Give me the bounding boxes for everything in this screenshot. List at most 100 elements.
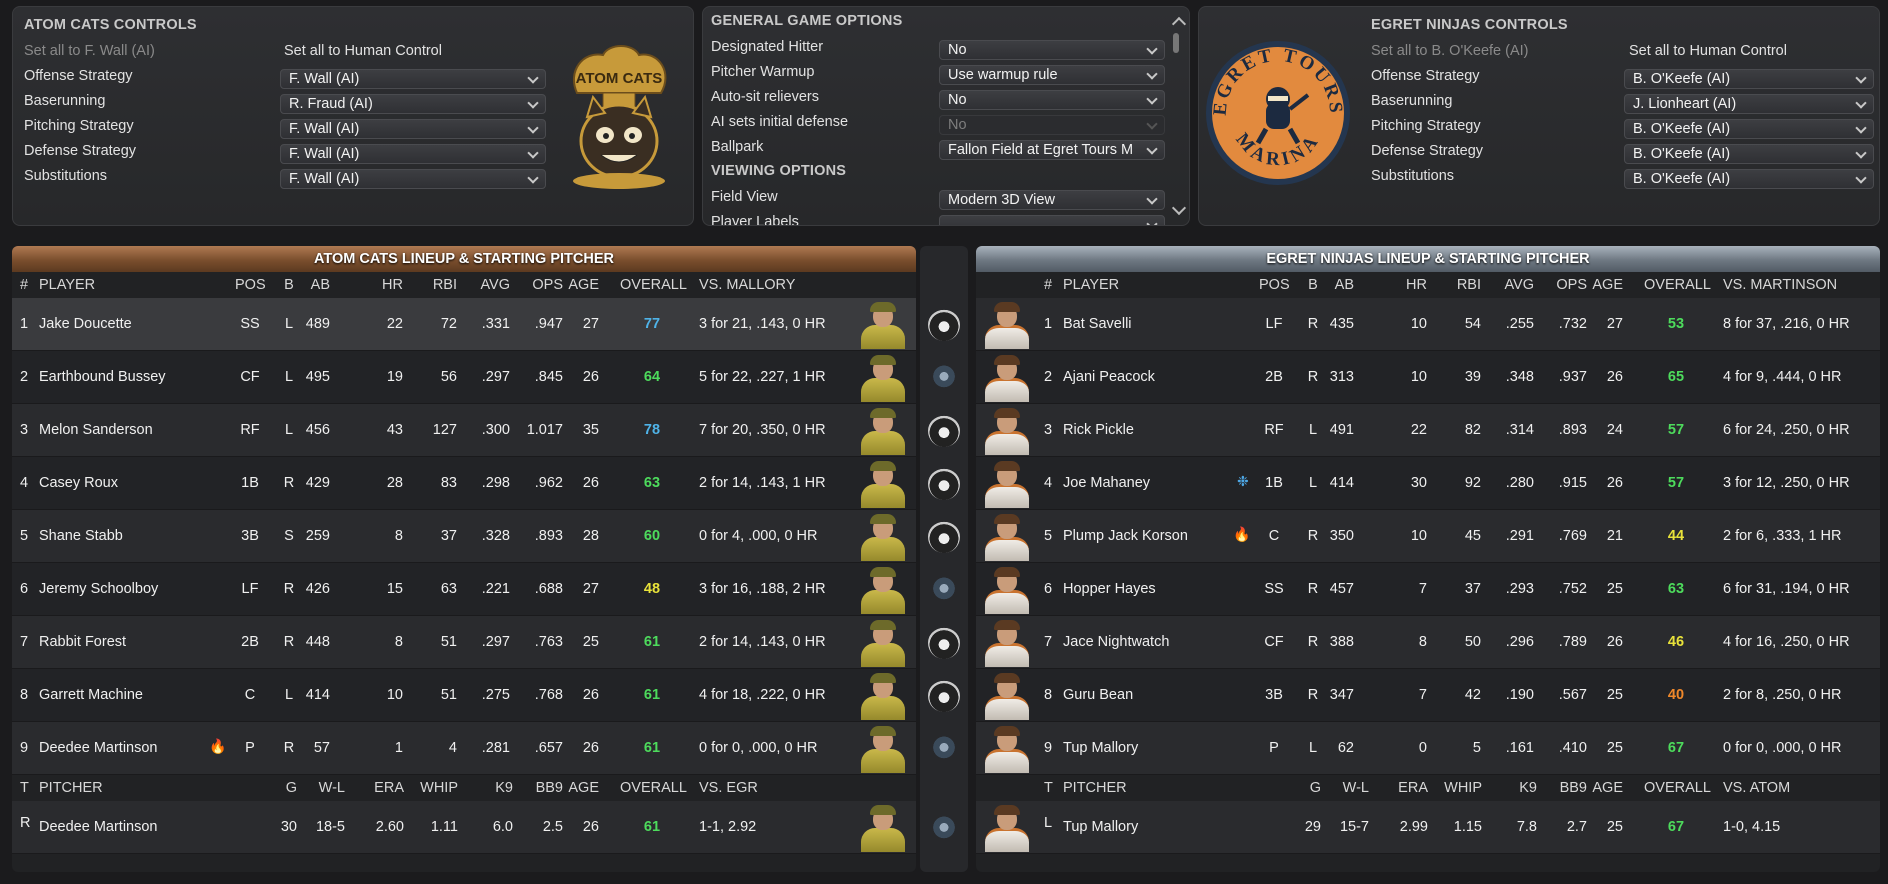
lineup-row[interactable]: 2 Ajani Peacock 2B R 313 10 39 .348 .937 26 65 4 fo… bbox=[976, 351, 1880, 404]
egret-controls-label[interactable]: Offense Strategy bbox=[1371, 68, 1480, 84]
pitcher-column-vs[interactable]: VS. EGR bbox=[699, 780, 758, 796]
egret-icon[interactable] bbox=[928, 362, 960, 394]
player-portrait[interactable] bbox=[982, 566, 1032, 614]
player-portrait[interactable] bbox=[858, 460, 908, 508]
lineup-row[interactable]: 1 Bat Savelli LF R 435 10 54 .255 .732 27 53 8 for … bbox=[976, 298, 1880, 351]
column-header-rbi[interactable]: RBI bbox=[433, 277, 457, 293]
column-header-avg[interactable]: AVG bbox=[480, 277, 510, 293]
player-portrait[interactable] bbox=[858, 725, 908, 773]
lineup-row[interactable]: 2 Earthbound Bussey CF L 495 19 56 .297 .845 26 64… bbox=[12, 351, 916, 404]
player-portrait[interactable] bbox=[982, 725, 1032, 773]
hot-streak-fire-icon[interactable]: 🔥 bbox=[209, 738, 226, 755]
player-player[interactable]: Casey Roux bbox=[39, 475, 118, 491]
pitcher-portrait[interactable] bbox=[858, 804, 908, 852]
game-option-dropdown[interactable]: Fallon Field at Egret Tours M bbox=[939, 140, 1165, 160]
viewing-option-dropdown[interactable] bbox=[939, 215, 1165, 225]
pitcher-pitcher[interactable]: Deedee Martinson bbox=[39, 819, 158, 835]
lineup-row[interactable]: 5 Shane Stabb 3B S 259 8 37 .328 .893 28 60 0 for 4… bbox=[12, 510, 916, 563]
column-header-player[interactable]: PLAYER bbox=[1063, 277, 1119, 293]
column-header-row[interactable]: # PLAYER POS B AB HR RBI AVG OPS AGE OVERALL VS. MA… bbox=[12, 272, 916, 298]
column-header-player[interactable]: PLAYER bbox=[39, 277, 95, 293]
atom-controls-dropdown[interactable]: F. Wall (AI) bbox=[280, 69, 546, 89]
column-header-overall[interactable]: OVERALL bbox=[1644, 277, 1711, 293]
atom-controls-label[interactable]: Pitching Strategy bbox=[24, 118, 134, 134]
player-player[interactable]: Melon Sanderson bbox=[39, 422, 153, 438]
pitcher-column-pitcher[interactable]: PITCHER bbox=[1063, 780, 1127, 796]
column-header-ab[interactable]: AB bbox=[311, 277, 330, 293]
game-option-label[interactable]: Designated Hitter bbox=[711, 39, 823, 55]
pitcher-pitcher[interactable]: Tup Mallory bbox=[1063, 819, 1138, 835]
pitcher-column-bb9[interactable]: BB9 bbox=[1560, 780, 1587, 796]
player-portrait[interactable] bbox=[858, 672, 908, 720]
player-player[interactable]: Hopper Hayes bbox=[1063, 581, 1156, 597]
player-player[interactable]: Rick Pickle bbox=[1063, 422, 1134, 438]
game-option-label[interactable]: Auto-sit relievers bbox=[711, 89, 819, 105]
pitcher-column-pitcher[interactable]: PITCHER bbox=[39, 780, 103, 796]
cat-icon[interactable] bbox=[928, 627, 960, 659]
lineup-row[interactable]: 9 Tup Mallory P L 62 0 5 .161 .410 25 67 0 for 0, .… bbox=[976, 722, 1880, 775]
player-portrait[interactable] bbox=[982, 407, 1032, 455]
player-portrait[interactable] bbox=[858, 513, 908, 561]
game-option-label[interactable]: Pitcher Warmup bbox=[711, 64, 814, 80]
player-player[interactable]: Jeremy Schoolboy bbox=[39, 581, 158, 597]
atom-controls-label[interactable]: Baserunning bbox=[24, 93, 105, 109]
atom-controls-label[interactable]: Offense Strategy bbox=[24, 68, 133, 84]
cat-icon[interactable] bbox=[928, 468, 960, 500]
cat-icon[interactable] bbox=[928, 521, 960, 553]
player-portrait[interactable] bbox=[982, 672, 1032, 720]
lineup-row[interactable]: 3 Melon Sanderson RF L 456 43 127 .300 1.017 35 78… bbox=[12, 404, 916, 457]
player-portrait[interactable] bbox=[982, 460, 1032, 508]
egret-controls-label[interactable]: Baserunning bbox=[1371, 93, 1452, 109]
column-header-age[interactable]: AGE bbox=[568, 277, 599, 293]
player-player[interactable]: Jake Doucette bbox=[39, 316, 132, 332]
egret-icon[interactable] bbox=[928, 733, 960, 765]
lineup-row[interactable]: 8 Guru Bean 3B R 347 7 42 .190 .567 25 40 2 for 8, … bbox=[976, 669, 1880, 722]
atom-controls-dropdown[interactable]: F. Wall (AI) bbox=[280, 119, 546, 139]
cold-streak-ice-icon[interactable]: ❉ bbox=[1237, 473, 1249, 490]
lineup-row[interactable]: 3 Rick Pickle RF L 491 22 82 .314 .893 24 57 6 for … bbox=[976, 404, 1880, 457]
pitcher-column-g[interactable]: G bbox=[286, 780, 297, 796]
player-portrait[interactable] bbox=[858, 566, 908, 614]
game-option-dropdown[interactable]: Use warmup rule bbox=[939, 65, 1165, 85]
column-header-hr[interactable]: HR bbox=[1406, 277, 1427, 293]
set-all-human-link[interactable]: Set all to Human Control bbox=[1629, 43, 1787, 59]
set-all-ai-link[interactable]: Set all to F. Wall (AI) bbox=[24, 43, 155, 59]
atom-controls-dropdown[interactable]: F. Wall (AI) bbox=[280, 144, 546, 164]
egret-controls-label[interactable]: Substitutions bbox=[1371, 168, 1454, 184]
player-portrait[interactable] bbox=[858, 619, 908, 667]
pitcher-column-vs[interactable]: VS. ATOM bbox=[1723, 780, 1790, 796]
column-header-vs[interactable]: VS. MARTINSON bbox=[1723, 277, 1837, 293]
player-player[interactable]: Plump Jack Korson bbox=[1063, 528, 1188, 544]
player-portrait[interactable] bbox=[982, 619, 1032, 667]
column-header-ab[interactable]: AB bbox=[1335, 277, 1354, 293]
pitcher-column-bb9[interactable]: BB9 bbox=[536, 780, 563, 796]
pitcher-column-era[interactable]: ERA bbox=[374, 780, 404, 796]
pitcher-header-row[interactable]: T PITCHER G W-L ERA WHIP K9 BB9 AGE OVERALL VS. AT… bbox=[976, 775, 1880, 801]
lineup-row[interactable]: 5 Plump Jack Korson C R 350 10 45 .291 .769 21 44 2… bbox=[976, 510, 1880, 563]
game-option-dropdown[interactable]: No bbox=[939, 40, 1165, 60]
cat-icon[interactable] bbox=[928, 680, 960, 712]
pitcher-portrait[interactable] bbox=[982, 804, 1032, 852]
player-player[interactable]: Shane Stabb bbox=[39, 528, 123, 544]
viewing-option-dropdown[interactable]: Modern 3D View bbox=[939, 190, 1165, 210]
column-header-age[interactable]: AGE bbox=[1592, 277, 1623, 293]
player-portrait[interactable] bbox=[858, 301, 908, 349]
lineup-row[interactable]: 6 Hopper Hayes SS R 457 7 37 .293 .752 25 63 6 for … bbox=[976, 563, 1880, 616]
lineup-row[interactable]: 9 Deedee Martinson P R 57 1 4 .281 .657 26 61 0 for… bbox=[12, 722, 916, 775]
player-player[interactable]: Jace Nightwatch bbox=[1063, 634, 1169, 650]
lineup-row[interactable]: 4 Joe Mahaney 1B L 414 30 92 .280 .915 26 57 3 for … bbox=[976, 457, 1880, 510]
egret-icon[interactable] bbox=[928, 813, 960, 845]
player-portrait[interactable] bbox=[858, 407, 908, 455]
lineup-row[interactable]: 7 Rabbit Forest 2B R 448 8 51 .297 .763 25 61 2 for… bbox=[12, 616, 916, 669]
column-header-row[interactable]: # PLAYER POS B AB HR RBI AVG OPS AGE OVERALL VS. MA… bbox=[976, 272, 1880, 298]
pitcher-column-wl[interactable]: W-L bbox=[1343, 780, 1369, 796]
column-header-hr[interactable]: HR bbox=[382, 277, 403, 293]
pitcher-header-row[interactable]: T PITCHER G W-L ERA WHIP K9 BB9 AGE OVERALL VS. EG… bbox=[12, 775, 916, 801]
player-portrait[interactable] bbox=[858, 354, 908, 402]
column-header-overall[interactable]: OVERALL bbox=[620, 277, 687, 293]
cat-icon[interactable] bbox=[928, 309, 960, 341]
pitcher-column-whip[interactable]: WHIP bbox=[1444, 780, 1482, 796]
player-player[interactable]: Guru Bean bbox=[1063, 687, 1133, 703]
hot-streak-fire-icon[interactable]: 🔥 bbox=[1233, 526, 1250, 543]
pitcher-column-overall[interactable]: OVERALL bbox=[1644, 780, 1711, 796]
